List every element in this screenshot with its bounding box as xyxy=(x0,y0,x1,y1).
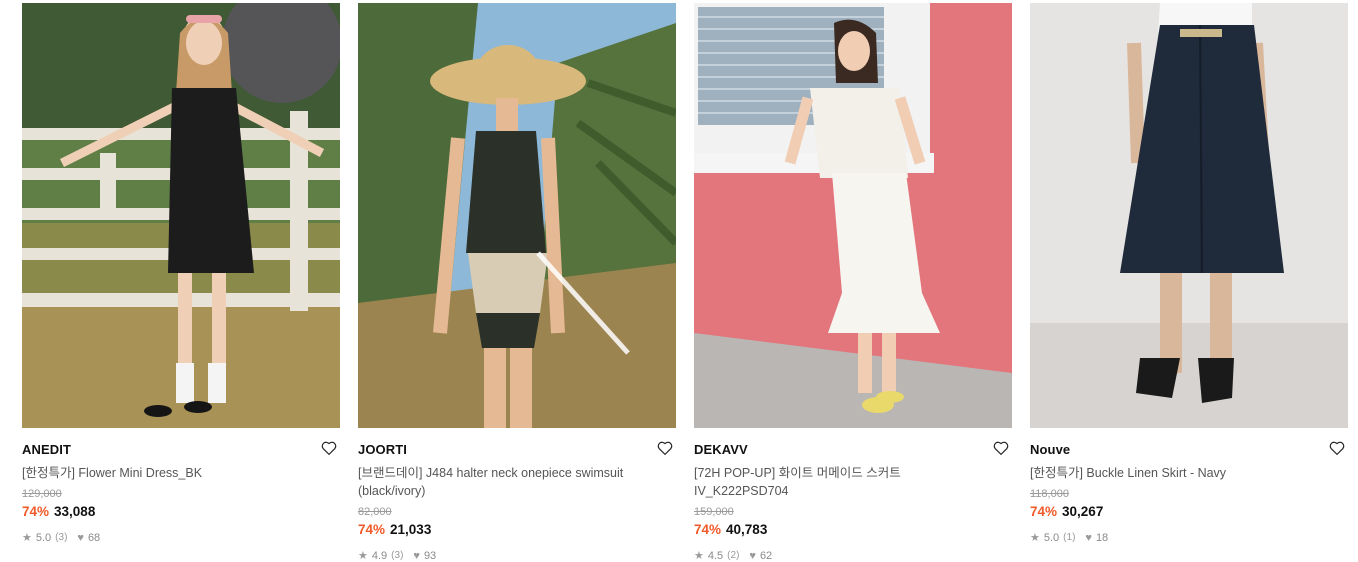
brand-name[interactable]: JOORTI xyxy=(358,442,676,459)
review-count: (1) xyxy=(1063,532,1076,543)
heart-filled-icon: ♥ xyxy=(749,549,756,562)
product-stats: ★ 4.5 (2) ♥ 62 xyxy=(694,549,1012,562)
product-card[interactable]: Nouve [한정특가] Buckle Linen Skirt - Navy 1… xyxy=(1030,3,1348,544)
price-row: 74% 30,267 xyxy=(1030,504,1348,522)
star-icon: ★ xyxy=(358,550,368,562)
like-count: 68 xyxy=(87,531,101,544)
brand-name[interactable]: ANEDIT xyxy=(22,442,340,459)
price-row: 74% 40,783 xyxy=(694,522,1012,540)
product-name[interactable]: [한정특가] Flower Mini Dress_BK xyxy=(22,464,317,482)
review-count: (2) xyxy=(727,550,740,561)
original-price: 118,000 xyxy=(1030,488,1069,500)
original-price: 82,000 xyxy=(358,506,392,518)
brand-name[interactable]: Nouve xyxy=(1030,442,1348,459)
product-card[interactable]: ANEDIT [한정특가] Flower Mini Dress_BK 129,0… xyxy=(22,3,340,544)
original-price: 159,000 xyxy=(694,506,734,518)
rating-value: 4.9 xyxy=(371,549,388,562)
heart-outline-icon[interactable] xyxy=(320,439,338,457)
star-icon: ★ xyxy=(694,550,704,562)
heart-outline-icon[interactable] xyxy=(992,439,1010,457)
product-image[interactable] xyxy=(358,3,676,428)
discount-rate: 74% xyxy=(1030,504,1058,519)
product-stats: ★ 5.0 (3) ♥ 68 xyxy=(22,531,340,545)
product-image[interactable] xyxy=(694,3,1012,428)
discount-rate: 74% xyxy=(358,522,386,537)
heart-filled-icon: ♥ xyxy=(77,531,84,544)
star-icon: ★ xyxy=(22,532,32,544)
brand-name[interactable]: DEKAVV xyxy=(694,442,1012,459)
like-count: 18 xyxy=(1095,531,1109,544)
product-image[interactable] xyxy=(1030,3,1348,428)
review-count: (3) xyxy=(55,532,68,543)
review-count: (3) xyxy=(391,550,404,561)
like-count: 93 xyxy=(423,549,437,562)
original-price: 129,000 xyxy=(22,488,62,500)
product-grid: ANEDIT [한정특가] Flower Mini Dress_BK 129,0… xyxy=(0,0,1358,562)
rating-value: 5.0 xyxy=(1043,531,1060,544)
price-row: 74% 33,088 xyxy=(22,504,340,522)
heart-filled-icon: ♥ xyxy=(413,549,420,562)
like-count: 62 xyxy=(759,549,773,562)
product-stats: ★ 4.9 (3) ♥ 93 xyxy=(358,549,676,562)
product-stats: ★ 5.0 (1) ♥ 18 xyxy=(1030,531,1348,545)
discount-rate: 74% xyxy=(694,522,722,537)
sale-price: 40,783 xyxy=(726,522,768,537)
product-name[interactable]: [브랜드데이] J484 halter neck onepiece swimsu… xyxy=(358,464,653,500)
rating-value: 4.5 xyxy=(707,549,724,562)
product-image[interactable] xyxy=(22,3,340,428)
price-row: 74% 21,033 xyxy=(358,522,676,540)
sale-price: 33,088 xyxy=(54,504,96,519)
rating-value: 5.0 xyxy=(35,531,52,544)
discount-rate: 74% xyxy=(22,504,50,519)
heart-outline-icon[interactable] xyxy=(1328,439,1346,457)
product-name[interactable]: [한정특가] Buckle Linen Skirt - Navy xyxy=(1030,464,1325,482)
heart-outline-icon[interactable] xyxy=(656,439,674,457)
product-card[interactable]: JOORTI [브랜드데이] J484 halter neck onepiece… xyxy=(358,3,676,562)
product-name[interactable]: [72H POP-UP] 화이트 머메이드 스커트 IV_K222PSD704 xyxy=(694,464,989,500)
sale-price: 30,267 xyxy=(1062,504,1104,519)
star-icon: ★ xyxy=(1030,532,1040,544)
sale-price: 21,033 xyxy=(390,522,432,537)
product-card[interactable]: DEKAVV [72H POP-UP] 화이트 머메이드 스커트 IV_K222… xyxy=(694,3,1012,562)
heart-filled-icon: ♥ xyxy=(1085,531,1092,544)
